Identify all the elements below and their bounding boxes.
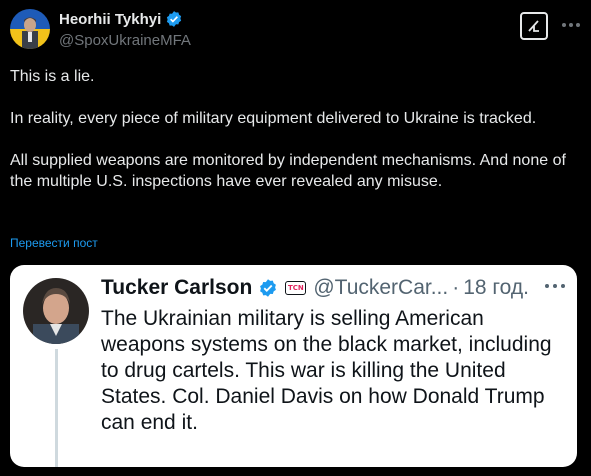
post-paragraph: All supplied weapons are monitored by in… (10, 152, 566, 190)
embedded-screenshot[interactable]: Tucker Carlson TCN @TuckerCar... · 18 го… (10, 265, 577, 467)
quoted-author-name: Tucker Carlson (101, 276, 253, 299)
thread-line (55, 349, 58, 467)
post-paragraph: This is a lie. (10, 68, 95, 85)
author-handle[interactable]: @SpoxUkraineMFA (59, 32, 191, 49)
author-name-row[interactable]: Heorhii Tykhyi (59, 10, 183, 28)
more-options-button[interactable] (559, 14, 583, 36)
quoted-more-icon (543, 280, 567, 292)
quoted-text: The Ukrainian military is selling Americ… (101, 307, 552, 434)
separator-dot: · (452, 276, 460, 299)
quoted-author-handle: @TuckerCar... (313, 276, 449, 299)
verified-badge-icon (167, 11, 182, 27)
grok-button[interactable] (520, 12, 548, 40)
grok-icon (528, 20, 539, 32)
post: Heorhii Tykhyi @SpoxUkraineMFA This is a… (0, 0, 591, 476)
quoted-author-avatar (23, 278, 89, 344)
author-avatar[interactable] (10, 9, 50, 49)
quoted-header: Tucker Carlson TCN @TuckerCar... · 18 го… (101, 276, 529, 300)
post-text: This is a lie. In reality, every piece o… (10, 66, 585, 192)
post-paragraph: In reality, every piece of military equi… (10, 110, 537, 127)
verified-badge-icon (260, 279, 277, 297)
translate-post-link[interactable]: Перевести пост (10, 236, 98, 250)
affiliate-badge: TCN (285, 281, 307, 295)
author-name[interactable]: Heorhii Tykhyi (59, 11, 161, 28)
more-dots-icon (562, 23, 580, 27)
quoted-timestamp: 18 год. (463, 276, 529, 299)
